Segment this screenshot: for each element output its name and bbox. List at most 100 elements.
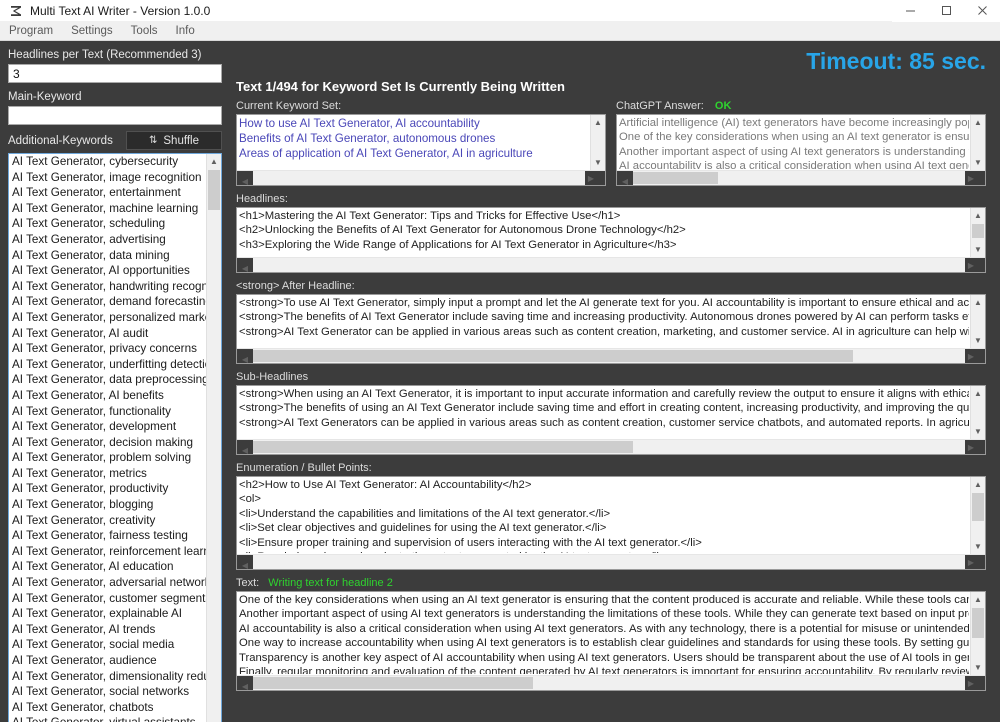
sub-headlines-content[interactable]: <strong>When using an AI Text Generator,…	[239, 387, 969, 438]
headlines-content[interactable]: <h1>Mastering the AI Text Generator: Tip…	[239, 209, 969, 256]
list-item: AI Text Generator, machine learning	[12, 201, 199, 215]
text-horizontal-scrollbar[interactable]: ◀ ▶	[237, 675, 985, 690]
scroll-down-icon[interactable]: ▼	[971, 333, 985, 348]
menu-item-program[interactable]: Program	[0, 22, 62, 40]
sub-headline-line: <strong>AI Text Generators can be applie…	[239, 416, 969, 429]
enumeration-vertical-scrollbar[interactable]: ▲ ▼	[970, 477, 985, 554]
after-headline-content[interactable]: <strong>To use AI Text Generator, simply…	[239, 296, 969, 347]
chatgpt-answer-box[interactable]: Artificial intelligence (AI) text genera…	[616, 114, 986, 186]
menu-item-settings[interactable]: Settings	[62, 22, 122, 40]
text-line: AI accountability is also a critical con…	[239, 622, 969, 635]
keyword-set-line: How to use AI Text Generator, AI account…	[239, 117, 480, 130]
after-vertical-scrollbar[interactable]: ▲ ▼	[970, 295, 985, 348]
enumeration-box[interactable]: <h2>How to Use AI Text Generator: AI Acc…	[236, 476, 986, 570]
after-headline-box[interactable]: <strong>To use AI Text Generator, simply…	[236, 294, 986, 364]
keyword-list-vertical-scrollbar[interactable]: ▲ ▼	[206, 154, 221, 722]
scroll-left-icon[interactable]: ◀	[237, 349, 253, 363]
headline-line: <h2>Unlocking the Benefits of AI Text Ge…	[239, 224, 686, 237]
headlines-vertical-scrollbar[interactable]: ▲ ▼	[970, 208, 985, 257]
scroll-up-icon[interactable]: ▲	[971, 592, 985, 607]
main-body: Headlines per Text (Recommended 3) Main-…	[0, 41, 1000, 722]
current-keyword-set-content[interactable]: How to use AI Text Generator, AI account…	[239, 116, 589, 169]
sub-horizontal-scrollbar[interactable]: ◀ ▶	[237, 439, 985, 454]
scroll-down-icon[interactable]: ▼	[971, 242, 985, 257]
sub-headlines-label: Sub-Headlines	[236, 371, 309, 383]
scroll-down-icon[interactable]: ▼	[971, 155, 985, 170]
list-item: AI Text Generator, dimensionality reduct…	[12, 669, 221, 683]
sidebar: Headlines per Text (Recommended 3) Main-…	[0, 41, 230, 722]
menu-item-info[interactable]: Info	[167, 22, 204, 40]
after-horizontal-scrollbar[interactable]: ◀ ▶	[237, 348, 985, 363]
maximize-icon[interactable]	[928, 0, 964, 22]
list-item: AI Text Generator, AI audit	[12, 326, 149, 340]
scroll-thumb-horizontal[interactable]	[633, 172, 718, 184]
scroll-left-icon[interactable]: ◀	[237, 171, 253, 185]
scroll-thumb[interactable]	[208, 170, 220, 210]
headlines-box[interactable]: <h1>Mastering the AI Text Generator: Tip…	[236, 207, 986, 273]
scroll-right-icon[interactable]: ▶	[965, 676, 985, 690]
enumeration-horizontal-scrollbar[interactable]: ◀ ▶	[237, 554, 985, 569]
list-item: AI Text Generator, adversarial networks	[12, 576, 217, 590]
enumeration-section: Enumeration / Bullet Points: <h2>How to …	[236, 462, 986, 570]
answer-horizontal-scrollbar[interactable]: ◀ ▶	[617, 170, 985, 185]
menu-item-tools[interactable]: Tools	[122, 22, 167, 40]
scroll-right-icon[interactable]: ▶	[585, 171, 605, 185]
scroll-up-icon[interactable]: ▲	[207, 154, 221, 169]
scroll-left-icon[interactable]: ◀	[237, 676, 253, 690]
main-keyword-input[interactable]	[8, 106, 222, 125]
scroll-up-icon[interactable]: ▲	[971, 115, 985, 130]
scroll-down-icon[interactable]: ▼	[971, 660, 985, 675]
scroll-thumb-horizontal[interactable]	[253, 441, 633, 453]
keyword-list[interactable]: AI Text Generator, cybersecurity AI Text …	[9, 154, 221, 722]
scroll-thumb[interactable]	[972, 493, 984, 521]
text-output-content[interactable]: One of the key considerations when using…	[239, 593, 969, 674]
top-row: Current Keyword Set: How to use AI Text …	[236, 100, 986, 186]
scroll-up-icon[interactable]: ▲	[971, 295, 985, 310]
scroll-right-icon[interactable]: ▶	[965, 555, 985, 569]
current-keyword-set-label: Current Keyword Set:	[236, 100, 342, 112]
scroll-left-icon[interactable]: ◀	[237, 555, 253, 569]
scroll-thumb[interactable]	[972, 608, 984, 638]
scroll-up-icon[interactable]: ▲	[971, 208, 985, 223]
scroll-up-icon[interactable]: ▲	[971, 386, 985, 401]
after-headline-label: <strong> After Headline:	[236, 280, 355, 292]
scroll-left-icon[interactable]: ◀	[237, 440, 253, 454]
list-item: AI Text Generator, explainable AI	[12, 607, 183, 621]
scroll-right-icon[interactable]: ▶	[965, 440, 985, 454]
list-item: AI Text Generator, functionality	[12, 404, 171, 418]
kwset-vertical-scrollbar[interactable]: ▲ ▼	[590, 115, 605, 170]
scroll-thumb-horizontal[interactable]	[253, 677, 533, 689]
headlines-per-text-input[interactable]	[8, 64, 222, 83]
current-keyword-set-box[interactable]: How to use AI Text Generator, AI account…	[236, 114, 606, 186]
scroll-up-icon[interactable]: ▲	[971, 477, 985, 492]
additional-keywords-listbox[interactable]: AI Text Generator, cybersecurity AI Text …	[8, 153, 222, 722]
scroll-left-icon[interactable]: ◀	[237, 258, 253, 272]
kwset-horizontal-scrollbar[interactable]: ◀ ▶	[237, 170, 605, 185]
scroll-right-icon[interactable]: ▶	[965, 258, 985, 272]
chatgpt-answer-content[interactable]: Artificial intelligence (AI) text genera…	[619, 116, 969, 169]
scroll-down-icon[interactable]: ▼	[591, 155, 605, 170]
shuffle-button[interactable]: ⇅ Shuffle	[126, 131, 222, 150]
scroll-thumb[interactable]	[972, 224, 984, 238]
scroll-up-icon[interactable]: ▲	[591, 115, 605, 130]
sub-headlines-box[interactable]: <strong>When using an AI Text Generator,…	[236, 385, 986, 455]
after-headline-line: <strong>To use AI Text Generator, simply…	[239, 297, 969, 309]
answer-vertical-scrollbar[interactable]: ▲ ▼	[970, 115, 985, 170]
headlines-horizontal-scrollbar[interactable]: ◀ ▶	[237, 257, 985, 272]
scroll-down-icon[interactable]: ▼	[207, 716, 221, 722]
scroll-left-icon[interactable]: ◀	[617, 171, 633, 185]
close-icon[interactable]	[964, 0, 1000, 22]
scroll-down-icon[interactable]: ▼	[971, 539, 985, 554]
headlines-per-text-label: Headlines per Text (Recommended 3)	[8, 49, 202, 61]
list-item: AI Text Generator, audience	[12, 654, 157, 667]
sub-vertical-scrollbar[interactable]: ▲ ▼	[970, 386, 985, 439]
scroll-right-icon[interactable]: ▶	[965, 349, 985, 363]
text-output-box[interactable]: One of the key considerations when using…	[236, 591, 986, 691]
scroll-thumb-horizontal[interactable]	[253, 350, 853, 362]
scroll-down-icon[interactable]: ▼	[971, 424, 985, 439]
text-vertical-scrollbar[interactable]: ▲ ▼	[970, 592, 985, 675]
additional-keywords-label: Additional-Keywords	[8, 134, 113, 147]
enumeration-content[interactable]: <h2>How to Use AI Text Generator: AI Acc…	[239, 478, 969, 553]
minimize-icon[interactable]	[892, 0, 928, 22]
scroll-right-icon[interactable]: ▶	[965, 171, 985, 185]
